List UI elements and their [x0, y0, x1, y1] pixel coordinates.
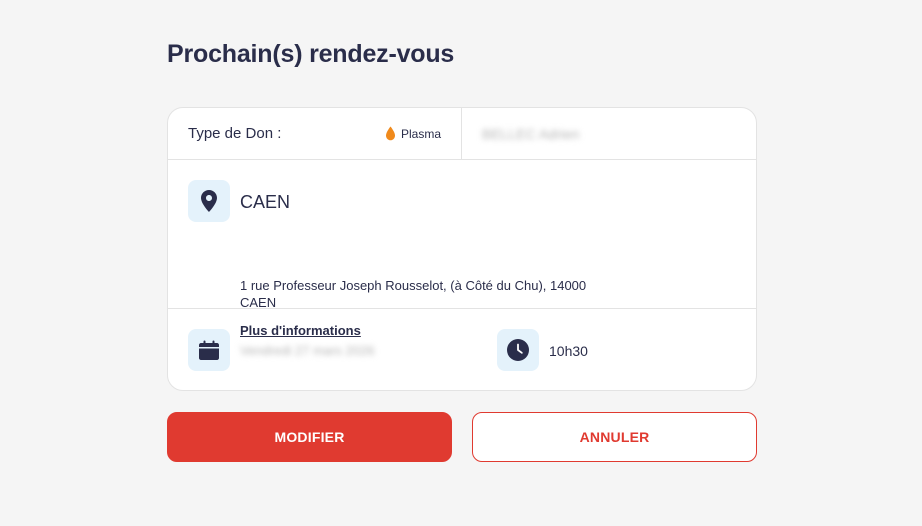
calendar-icon: [199, 340, 219, 360]
address-line-1: 1 rue Professeur Joseph Rousselot, (à Cô…: [240, 278, 587, 293]
appointment-time: 10h30: [549, 343, 588, 359]
appointment-date: Vendredi 27 mars 2026: [240, 343, 375, 358]
location-address: 1 rue Professeur Joseph Rousselot, (à Cô…: [240, 277, 620, 311]
datetime-row: Vendredi 27 mars 2026 10h30: [168, 309, 756, 390]
appointment-header-row: Type de Don : Plasma BELLEC Adrien: [168, 108, 756, 160]
location-row: CAEN 1 rue Professeur Joseph Rousselot, …: [168, 160, 756, 338]
modify-button[interactable]: MODIFIER: [167, 412, 452, 462]
map-pin-icon: [201, 190, 217, 212]
page-title: Prochain(s) rendez-vous: [167, 40, 455, 68]
donation-type-text: Plasma: [400, 126, 441, 141]
donation-type-label: Type de Don :: [188, 125, 282, 142]
donation-type-cell: Type de Don : Plasma: [168, 108, 462, 159]
date-icon-box: [188, 329, 230, 371]
donor-name: BELLEC Adrien: [482, 125, 580, 142]
clock-icon: [507, 339, 529, 361]
drop-icon: [385, 126, 395, 141]
time-icon-box: [497, 329, 539, 371]
appointment-card: Type de Don : Plasma BELLEC Adrien CAEN …: [167, 107, 757, 391]
donation-type-value: Plasma: [385, 126, 441, 141]
location-icon-box: [188, 180, 230, 222]
cancel-button[interactable]: ANNULER: [472, 412, 757, 462]
location-city: CAEN: [240, 192, 291, 212]
